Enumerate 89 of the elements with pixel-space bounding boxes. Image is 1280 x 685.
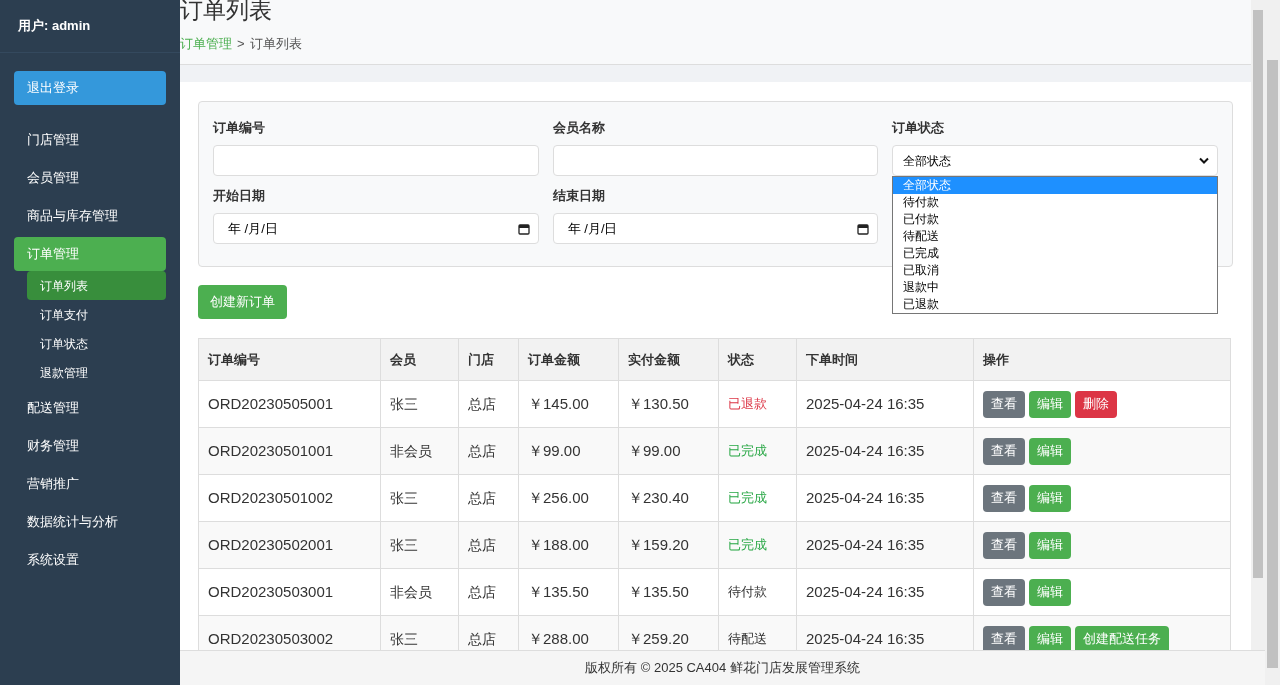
- view-button[interactable]: 查看: [983, 437, 1025, 465]
- table-cell: ￥230.40: [618, 474, 719, 522]
- table-cell: 张三: [380, 521, 459, 569]
- dropdown-option[interactable]: 已付款: [893, 211, 1217, 228]
- view-button[interactable]: 查看: [983, 390, 1025, 418]
- status-select[interactable]: 全部状态: [892, 145, 1218, 176]
- status-text: 已退款: [728, 396, 767, 412]
- calendar-icon[interactable]: [857, 222, 870, 235]
- table-cell: 张三: [380, 474, 459, 522]
- chevron-down-icon: [1199, 157, 1209, 164]
- table-cell: 非会员: [380, 568, 459, 616]
- sidebar-item[interactable]: 数据统计与分析: [14, 505, 166, 539]
- table-cell: ￥135.50: [618, 568, 719, 616]
- view-button[interactable]: 查看: [983, 578, 1025, 606]
- field-label: 订单编号: [213, 120, 266, 136]
- column-header: 门店: [458, 338, 519, 381]
- breadcrumb-current: 订单列表: [249, 35, 302, 53]
- table-cell: ￥256.00: [518, 474, 619, 522]
- column-header: 会员: [380, 338, 459, 381]
- user-label: 用户: admin: [18, 17, 91, 36]
- sidebar-subitem[interactable]: 退款管理: [27, 358, 166, 387]
- table-cell: 2025-04-24 16:35: [796, 474, 974, 522]
- sidebar-item[interactable]: 营销推广: [14, 467, 166, 501]
- status-text: 已完成: [728, 490, 767, 506]
- table-cell: 总店: [458, 474, 519, 522]
- copyright-text: 版权所有 © 2025 CA404 鲜花门店发展管理系统: [585, 659, 860, 678]
- table-cell: 2025-04-24 16:35: [796, 521, 974, 569]
- status-text: 已完成: [728, 537, 767, 553]
- sidebar-item[interactable]: 财务管理: [14, 429, 166, 463]
- date-input[interactable]: 年 /月/日: [552, 213, 879, 244]
- text-input[interactable]: [213, 145, 539, 176]
- table-cell: 总店: [458, 568, 519, 616]
- sidebar-item[interactable]: 门店管理: [14, 123, 166, 157]
- field-label: 会员名称: [552, 120, 606, 136]
- breadcrumb-separator: >: [237, 35, 245, 53]
- dropdown-option[interactable]: 退款中: [893, 279, 1217, 296]
- column-header: 实付金额: [618, 338, 719, 381]
- calendar-icon[interactable]: [517, 222, 530, 235]
- status-text: 待付款: [728, 584, 767, 600]
- table-cell: ￥188.00: [518, 521, 619, 569]
- table-cell: ORD20230505001: [198, 380, 381, 428]
- table-cell: 总店: [458, 427, 519, 475]
- status-text: 待配送: [728, 631, 767, 647]
- scrollbar[interactable]: [1265, 0, 1280, 685]
- dropdown-option[interactable]: 待付款: [893, 194, 1217, 211]
- table-cell: 张三: [380, 380, 459, 428]
- sidebar-subitem[interactable]: 订单列表: [27, 271, 166, 300]
- dropdown-option[interactable]: 已取消: [893, 262, 1217, 279]
- view-button[interactable]: 查看: [983, 625, 1025, 650]
- sidebar-subitem[interactable]: 订单支付: [27, 300, 166, 329]
- table-cell: ORD20230502001: [198, 521, 381, 569]
- table-cell: ￥130.50: [618, 380, 719, 428]
- table-cell: ￥159.20: [618, 521, 719, 569]
- table-cell: 非会员: [380, 427, 459, 475]
- field-label: 开始日期: [213, 188, 266, 204]
- field-label: 订单状态: [892, 120, 946, 136]
- view-button[interactable]: 查看: [983, 531, 1025, 559]
- delete-button[interactable]: 删除: [1075, 390, 1117, 418]
- table-cell: 2025-04-24 16:35: [796, 380, 974, 428]
- table-cell: ￥145.00: [518, 380, 619, 428]
- column-header: 订单金额: [518, 338, 619, 381]
- sidebar-item[interactable]: 商品与库存管理: [14, 199, 166, 233]
- sidebar-item[interactable]: 会员管理: [14, 161, 166, 195]
- date-input[interactable]: 年 /月/日: [213, 213, 539, 244]
- dropdown-option[interactable]: 已完成: [893, 245, 1217, 262]
- status-text: 已完成: [728, 443, 767, 459]
- column-header: 下单时间: [796, 338, 974, 381]
- sidebar-subitem[interactable]: 订单状态: [27, 329, 166, 358]
- text-input[interactable]: [552, 145, 879, 176]
- column-header: 订单编号: [198, 338, 381, 381]
- dropdown-option[interactable]: 待配送: [893, 228, 1217, 245]
- table-cell: ￥135.50: [518, 568, 619, 616]
- table-cell: ORD20230501001: [198, 427, 381, 475]
- table-cell: 总店: [458, 380, 519, 428]
- field-label: 结束日期: [552, 188, 606, 204]
- column-header: 状态: [718, 338, 797, 381]
- table-cell: ORD20230503001: [198, 568, 381, 616]
- table-cell: 2025-04-24 16:35: [796, 427, 974, 475]
- table-cell: 2025-04-24 16:35: [796, 568, 974, 616]
- table-cell: ￥99.00: [618, 427, 719, 475]
- dropdown-option[interactable]: 已退款: [893, 296, 1217, 313]
- scrollbar[interactable]: [1251, 0, 1265, 650]
- table-cell: ￥99.00: [518, 427, 619, 475]
- sidebar-item[interactable]: 配送管理: [14, 391, 166, 425]
- table-cell: ORD20230501002: [198, 474, 381, 522]
- table-cell: 总店: [458, 521, 519, 569]
- column-header: 操作: [973, 338, 1231, 381]
- sidebar-item[interactable]: 系统设置: [14, 543, 166, 577]
- view-button[interactable]: 查看: [983, 484, 1025, 512]
